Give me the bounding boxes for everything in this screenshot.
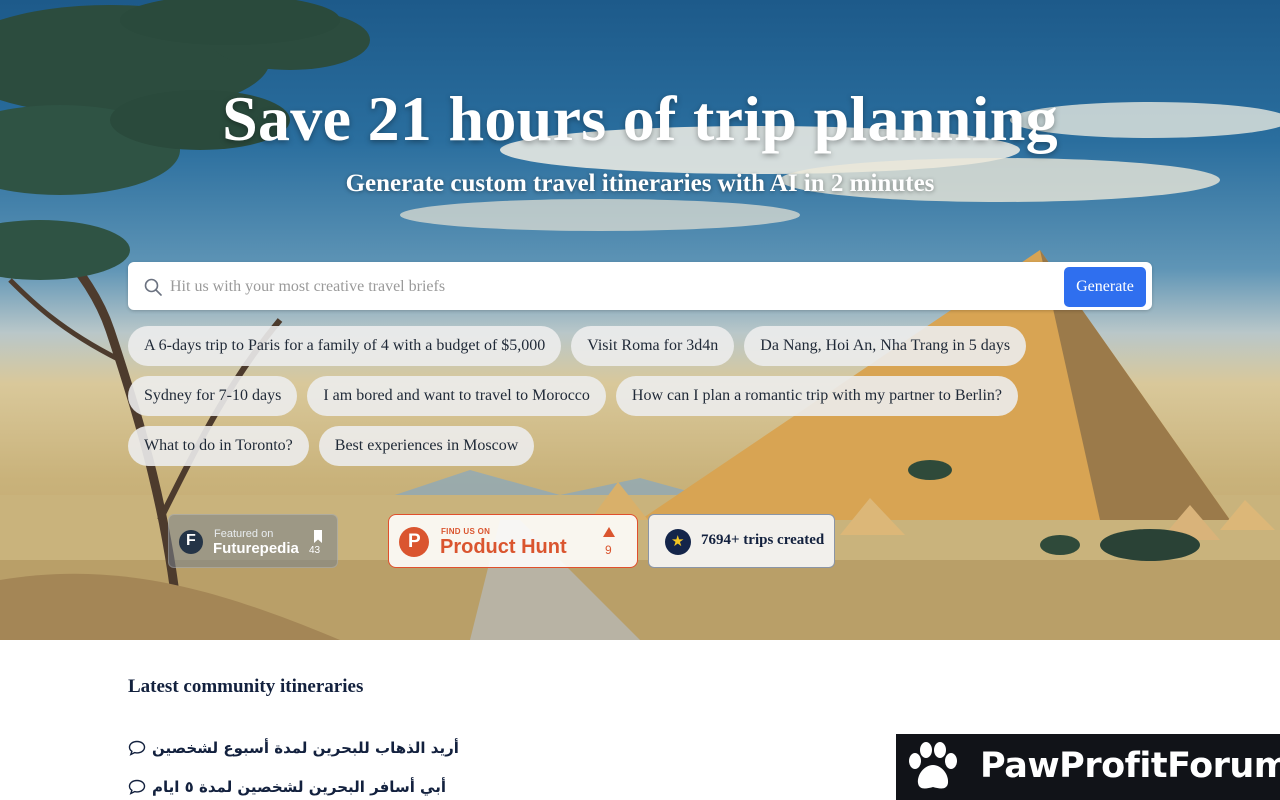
generate-button[interactable]: Generate	[1064, 267, 1146, 307]
suggestion-row: What to do in Toronto? Best experiences …	[128, 426, 1158, 466]
upvote-arrow-icon	[603, 527, 615, 537]
suggestion-chip[interactable]: Da Nang, Hoi An, Nha Trang in 5 days	[744, 326, 1027, 366]
hero-section: Save 21 hours of trip planning Generate …	[0, 0, 1280, 640]
product-hunt-logo-icon: P	[399, 527, 429, 557]
suggestion-chip[interactable]: Visit Roma for 3d4n	[571, 326, 735, 366]
search-bar: Generate	[128, 262, 1152, 310]
community-itinerary-title: أبي أسافر البحرين لشخصين لمدة ٥ ايام	[152, 778, 447, 796]
community-section-title: Latest community itineraries	[128, 676, 364, 697]
futurepedia-badge[interactable]: F Featured on Futurepedia 43	[168, 514, 338, 568]
suggestion-chip[interactable]: Best experiences in Moscow	[318, 426, 535, 466]
suggestion-row: Sydney for 7-10 days I am bored and want…	[128, 376, 1158, 416]
community-itinerary-title: أريد الذهاب للبحرين لمدة أسبوع لشخصين	[152, 739, 459, 757]
suggestion-row: A 6-days trip to Paris for a family of 4…	[128, 326, 1158, 366]
star-icon: ★	[665, 529, 691, 555]
community-itinerary-link[interactable]: أبي أسافر البحرين لشخصين لمدة ٥ ايام	[128, 776, 459, 798]
search-input[interactable]	[170, 270, 1050, 304]
watermark-banner: PawProfitForum	[896, 734, 1280, 800]
trips-created-label: 7694+ trips created	[701, 532, 825, 548]
product-hunt-count: 9	[605, 543, 612, 557]
page-title: Save 21 hours of trip planning	[222, 83, 1058, 154]
chat-bubble-icon	[128, 779, 146, 795]
suggestion-chip[interactable]: Sydney for 7-10 days	[128, 376, 298, 416]
hero-content: Save 21 hours of trip planning Generate …	[0, 0, 1280, 640]
page-subtitle: Generate custom travel itineraries with …	[345, 170, 935, 197]
suggestion-chip[interactable]: I am bored and want to travel to Morocco	[307, 376, 606, 416]
futurepedia-name: Futurepedia	[213, 540, 299, 557]
product-hunt-name: Product Hunt	[440, 536, 567, 558]
futurepedia-featured-label: Featured on	[214, 528, 274, 540]
futurepedia-logo-icon: F	[179, 530, 203, 554]
suggestion-chip[interactable]: A 6-days trip to Paris for a family of 4…	[128, 326, 562, 366]
product-hunt-badge[interactable]: P FIND US ON Product Hunt 9	[388, 514, 638, 568]
paw-icon	[909, 742, 957, 789]
community-itinerary-list: أريد الذهاب للبحرين لمدة أسبوع لشخصين أب…	[128, 737, 459, 800]
watermark-text: PawProfitForum	[980, 746, 1280, 786]
futurepedia-count: 43	[309, 545, 321, 556]
search-icon	[144, 278, 162, 296]
trips-created-badge: ★ 7694+ trips created	[648, 514, 835, 568]
chat-bubble-icon	[128, 740, 146, 756]
product-hunt-find-label: FIND US ON	[441, 527, 491, 536]
suggestion-chip[interactable]: How can I plan a romantic trip with my p…	[615, 376, 1018, 416]
community-itinerary-link[interactable]: أريد الذهاب للبحرين لمدة أسبوع لشخصين	[128, 737, 459, 759]
suggestion-chip[interactable]: What to do in Toronto?	[128, 426, 309, 466]
suggestion-chips: A 6-days trip to Paris for a family of 4…	[128, 326, 1158, 476]
bookmark-icon	[314, 530, 322, 543]
